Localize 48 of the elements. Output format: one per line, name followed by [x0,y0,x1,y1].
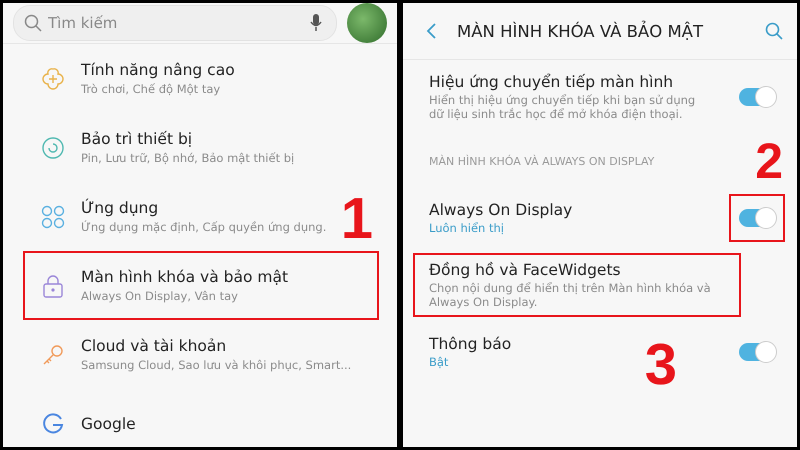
item-title: Cloud và tài khoản [81,337,228,355]
item-title: Thông báo [429,335,512,353]
google-icon [41,412,65,436]
toggle-switch[interactable] [739,88,775,106]
avatar-image[interactable] [347,3,387,43]
key-icon [41,342,65,366]
settings-item[interactable]: Hiệu ứng chuyển tiếp màn hình Hiển thị hiệu ứng chuyển tiếp khi bạn sử dụng dữ liệu sinh trắc học để mở khóa điện thoại. [403,60,797,134]
section-header: MÀN HÌNH KHÓA VÀ ALWAYS ON DISPLAY [429,154,654,168]
settings-item[interactable]: Google [23,389,379,447]
settings-item[interactable]: Cloud và tài khoản Samsung Cloud, Sao lưu và khôi phục, Smart... [23,320,379,389]
step-number: 3 [644,336,677,394]
settings-item[interactable]: Màn hình khóa và bảo mật Always On Display, Vân tay [23,251,379,320]
screen-title: MÀN HÌNH KHÓA VÀ BẢO MẬT [457,22,704,40]
item-title: Bảo trì thiết bị [81,130,194,148]
settings-item[interactable]: Ứng dụng Ứng dụng mặc định, Cấp quyền ứng dụng. 1 [23,182,379,251]
item-subtitle: Luôn hiển thị [429,221,505,235]
item-title: Google [81,414,137,432]
toggle-switch[interactable] [739,209,775,227]
search-field[interactable]: Tìm kiếm [46,13,306,33]
step-number: 2 [755,136,783,186]
refresh-circle-icon [41,136,65,160]
plus-flower-icon [41,66,65,90]
item-subtitle: Pin, Lưu trữ, Bộ nhớ, Bảo mật thiết bị [81,151,296,165]
item-title: Ứng dụng [81,199,160,217]
item-title: Màn hình khóa và bảo mật [81,268,290,286]
item-subtitle: Samsung Cloud, Sao lưu và khôi phục, Smart... [81,358,352,372]
item-title: Always On Display [429,201,574,219]
step-number: 1 [340,190,373,248]
search-icon [24,14,42,32]
back-icon[interactable] [425,22,437,40]
item-subtitle: Bật [429,355,450,369]
lock-icon [42,274,64,298]
item-subtitle: Chọn nội dung để hiển thị trên Màn hình khóa và Always On Display. [429,281,712,309]
search-bar[interactable]: Tìm kiếm [13,5,337,41]
settings-item[interactable]: Tính năng nâng cao Trò chơi, Chế độ Một tay [23,44,379,113]
toggle-switch[interactable] [739,343,775,361]
item-title: Đồng hồ và FaceWidgets [429,261,622,279]
search-icon[interactable] [765,22,783,40]
item-title: Hiệu ứng chuyển tiếp màn hình [429,73,674,91]
settings-item[interactable]: Bảo trì thiết bị Pin, Lưu trữ, Bộ nhớ, Bảo mật thiết bị [23,113,379,182]
item-subtitle: Always On Display, Vân tay [81,289,239,303]
item-title: Tính năng nâng cao [81,61,236,79]
apps-grid-icon [41,204,65,228]
settings-item[interactable]: Always On Display Luôn hiển thị [403,188,797,248]
microphone-icon[interactable] [310,13,322,33]
item-subtitle: Trò chơi, Chế độ Một tay [81,82,222,96]
item-subtitle: Hiển thị hiệu ứng chuyển tiếp khi bạn sử dụng dữ liệu sinh trắc học để mở khóa điện thoại. [429,93,696,121]
item-subtitle: Ứng dụng mặc định, Cấp quyền ứng dụng. [81,220,328,234]
